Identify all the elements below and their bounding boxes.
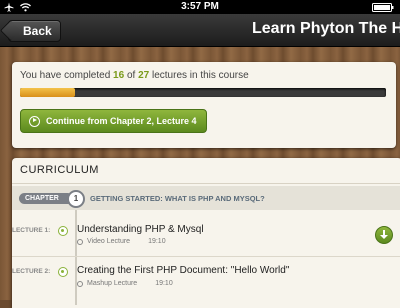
lecture-duration: 19:10: [148, 238, 166, 245]
lecture-title[interactable]: Creating the First PHP Document: "Hello …: [77, 265, 289, 276]
clock-icon: [77, 280, 83, 287]
lecture-label: LECTURE 2:: [12, 268, 51, 275]
continue-button[interactable]: Continue from Chapter 2, Lecture 4: [20, 109, 207, 133]
status-time: 3:57 PM: [181, 1, 219, 12]
back-button[interactable]: Back: [8, 20, 61, 42]
divider: [12, 183, 400, 184]
lecture-duration: 19:10: [155, 280, 173, 287]
lecture-meta: Video Lecture 19:10: [77, 238, 166, 245]
chapter-number: 1: [67, 190, 85, 208]
play-icon: [29, 115, 40, 127]
lecture-label: LECTURE 1:: [12, 227, 51, 234]
lecture-type: Video Lecture: [87, 238, 131, 245]
completed-count: 16: [113, 70, 125, 81]
lecture-type: Mashup Lecture: [87, 280, 138, 287]
lecture-title[interactable]: Understanding PHP & Mysql: [77, 224, 204, 235]
curriculum-heading: CURRICULUM: [20, 164, 99, 176]
progress-bar-fill: [20, 88, 75, 97]
lecture-status-dot: [58, 226, 68, 236]
progress-suffix: lectures in this course: [151, 70, 249, 81]
progress-card: You have completed 16 of 27 lectures in …: [12, 62, 396, 148]
progress-of: of: [126, 70, 136, 81]
download-icon[interactable]: [375, 226, 393, 244]
status-bar: 3:57 PM: [0, 0, 400, 14]
progress-prefix: You have completed: [20, 70, 111, 81]
battery-icon: [372, 2, 394, 12]
progress-bar: [20, 88, 386, 97]
lecture-status-dot: [58, 267, 68, 277]
page-title: Learn Phyton The Ha: [252, 20, 400, 37]
continue-button-label: Continue from Chapter 2, Lecture 4: [46, 116, 197, 126]
chapter-title: GETTING STARTED: WHAT IS PHP AND MYSQL?: [90, 194, 265, 203]
lecture-row[interactable]: [12, 257, 400, 295]
lecture-meta: Mashup Lecture 19:10: [77, 280, 173, 287]
clock-icon: [77, 238, 83, 245]
total-count: 27: [138, 70, 150, 81]
progress-summary: You have completed 16 of 27 lectures in …: [20, 70, 249, 81]
lecture-row[interactable]: [12, 216, 400, 254]
chapter-label: CHAPTER: [19, 193, 73, 204]
back-button-label: Back: [23, 24, 52, 38]
